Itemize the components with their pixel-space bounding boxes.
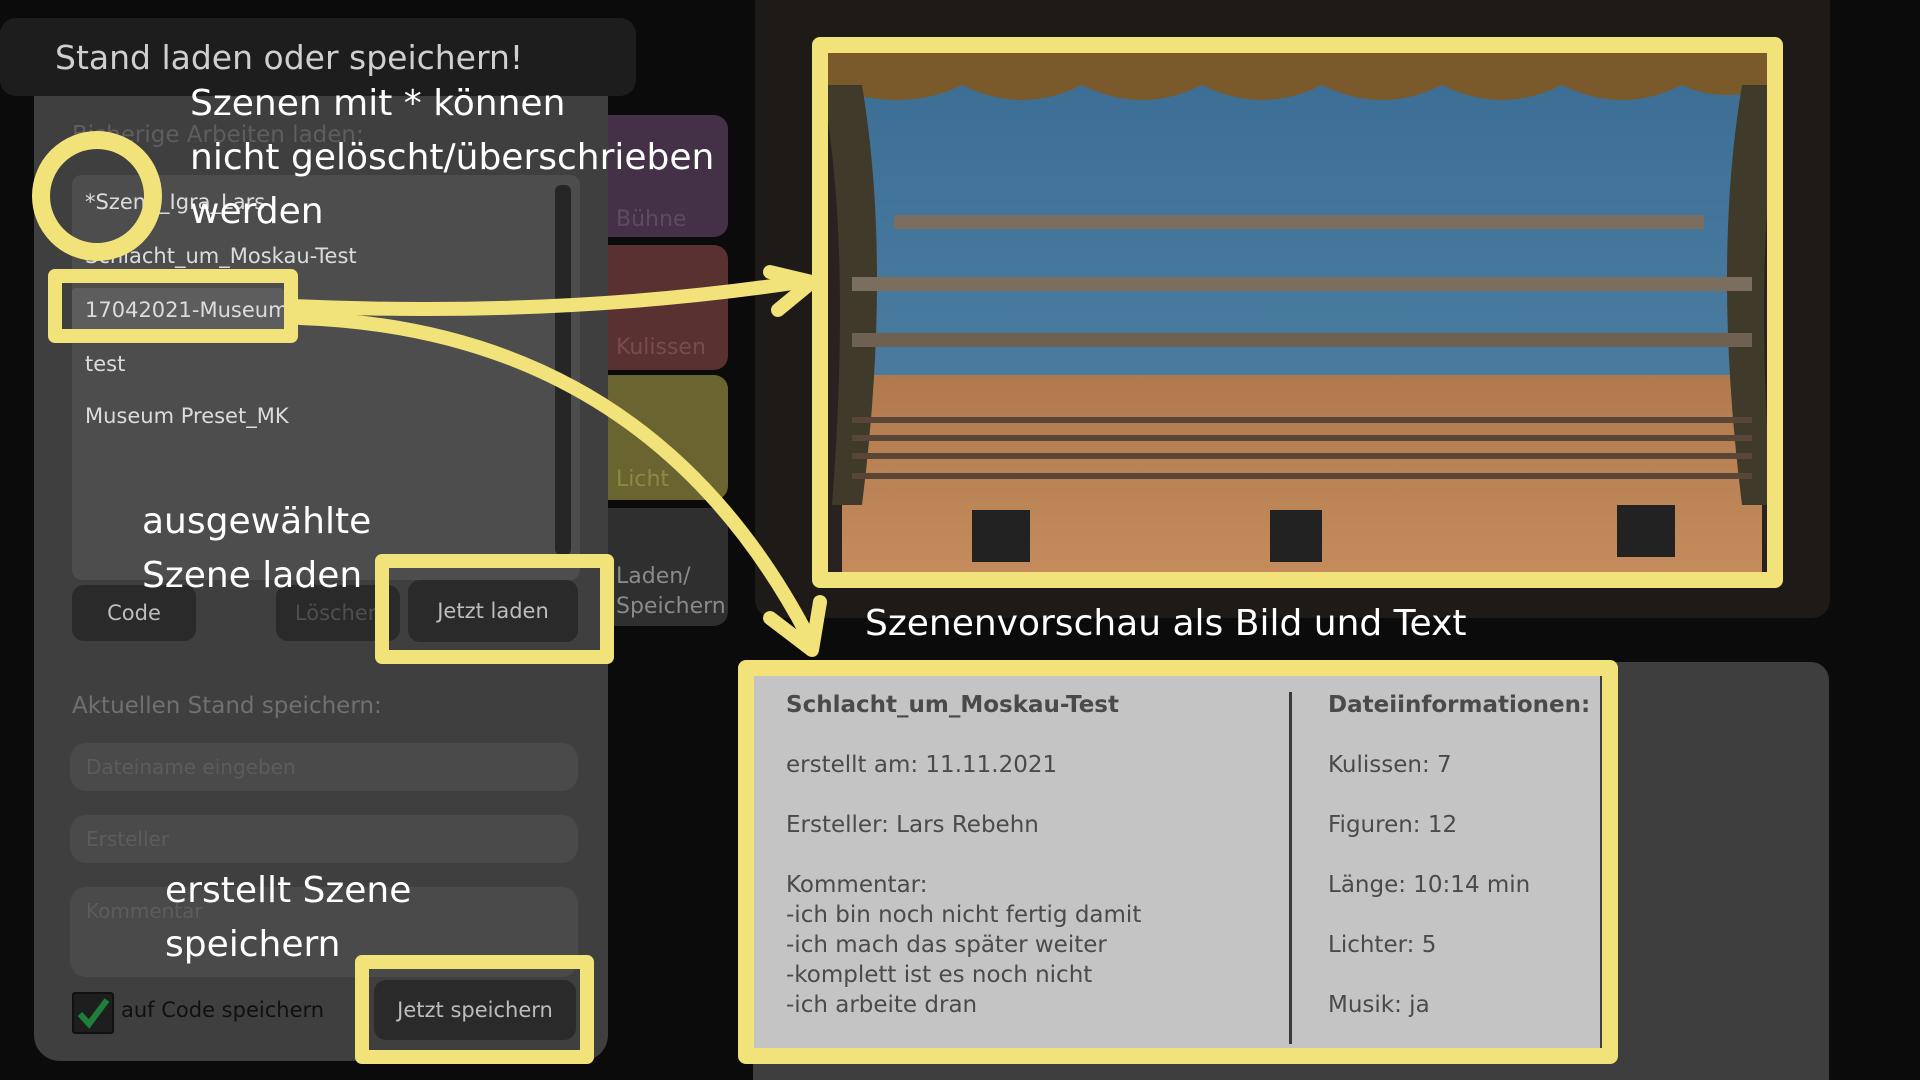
arrow-to-preview bbox=[285, 275, 807, 316]
highlight-info bbox=[738, 660, 1618, 1064]
highlight-circle bbox=[32, 131, 162, 261]
annotation-save-note: erstellt Szene speichern bbox=[165, 870, 412, 965]
highlight-load-button bbox=[375, 554, 614, 664]
annotation-preview-note: Szenenvorschau als Bild und Text bbox=[865, 603, 1467, 644]
highlight-selected-scene bbox=[48, 269, 298, 343]
highlight-preview bbox=[812, 37, 1783, 588]
highlight-save-button bbox=[355, 955, 594, 1064]
annotation-load-note: ausgewählte Szene laden bbox=[142, 501, 372, 596]
annotation-star-note: Szenen mit * können nicht gelöscht/übers… bbox=[190, 83, 715, 232]
